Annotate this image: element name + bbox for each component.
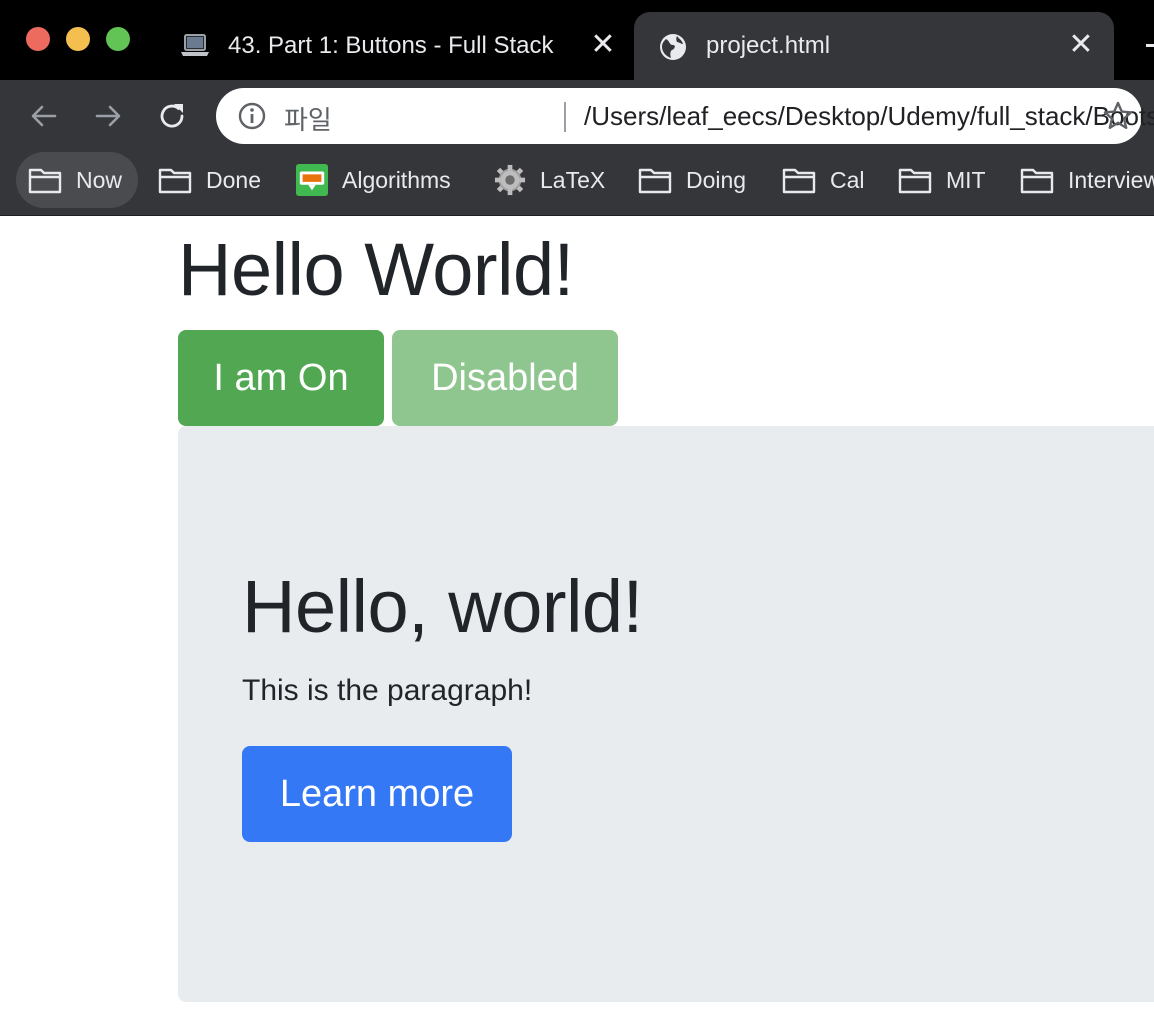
tab-bar: 43. Part 1: Buttons - Full Stack ✕ proje… [0,0,1154,80]
jumbotron-paragraph: This is the paragraph! [242,674,533,707]
tab-title: project.html [706,32,831,59]
scheme-label: 파일 [284,105,332,135]
bookmark-doing[interactable]: Doing [638,152,746,208]
arrow-right-icon [95,105,121,127]
star-icon[interactable] [1102,100,1134,132]
forward-button[interactable] [90,98,126,134]
folder-icon [898,168,932,194]
bookmark-label: Done [206,166,261,193]
bookmark-label: Doing [686,166,747,193]
page-content: Hello World! I am On Disabled Hello, wor… [0,217,1154,1020]
learn-more-button[interactable]: Learn more [242,746,512,842]
disabled-button: Disabled [392,330,618,426]
bookmark-label: Cal [830,166,865,193]
tab-project[interactable]: project.html ✕ [634,12,1114,80]
bookmark-algorithms[interactable]: Algorithms [296,152,451,208]
folder-icon [28,168,62,194]
bookmark-label: LaTeX [540,166,606,193]
blog-icon [296,164,328,196]
i-am-on-button[interactable]: I am On [178,330,384,426]
bookmark-now[interactable]: Now [16,152,138,208]
bookmark-label: Algorithms [342,166,451,193]
info-icon[interactable] [238,102,266,130]
bookmark-label: Interview [1068,166,1154,193]
back-button[interactable] [26,98,62,134]
minimize-window-button[interactable] [66,27,90,51]
bookmark-interview[interactable]: Interview [1020,152,1154,208]
toolbar: 파일 /Users/leaf_eecs/Desktop/Udemy/full_s… [0,80,1154,152]
close-window-button[interactable] [26,27,50,51]
jumbotron: Hello, world! This is the paragraph! Lea… [178,426,1154,1002]
gear-icon [494,164,526,196]
close-icon[interactable]: ✕ [1066,30,1096,60]
bookmark-label: MIT [946,166,986,193]
folder-icon [158,168,192,194]
address-bar[interactable]: 파일 /Users/leaf_eecs/Desktop/Udemy/full_s… [216,88,1154,144]
url-text[interactable]: /Users/leaf_eecs/Desktop/Udemy/full_stac… [584,101,1154,132]
bookmark-done[interactable]: Done [158,152,261,208]
separator [564,102,566,132]
page-title: Hello World! [178,228,574,311]
bookmark-cal[interactable]: Cal [782,152,865,208]
laptop-icon [180,32,210,58]
folder-icon [638,168,672,194]
tab-title: 43. Part 1: Buttons - Full Stack [228,32,554,59]
arrow-left-icon [31,105,57,127]
jumbotron-title: Hello, world! [242,565,643,648]
globe-icon [658,32,688,60]
bookmark-label: Now [76,166,123,193]
folder-icon [782,168,816,194]
bookmark-mit[interactable]: MIT [898,152,986,208]
new-tab-button[interactable] [1146,44,1154,47]
zoom-window-button[interactable] [106,27,130,51]
bookmark-latex[interactable]: LaTeX [494,152,605,208]
close-icon[interactable]: ✕ [588,30,618,60]
folder-icon [1020,168,1054,194]
tab-udemy[interactable]: 43. Part 1: Buttons - Full Stack ✕ [160,12,630,80]
reload-button[interactable] [154,98,190,134]
bookmarks-bar: Now Done Algorithms LaTeX Doing Cal MIT … [0,152,1154,216]
reload-icon [160,104,184,128]
